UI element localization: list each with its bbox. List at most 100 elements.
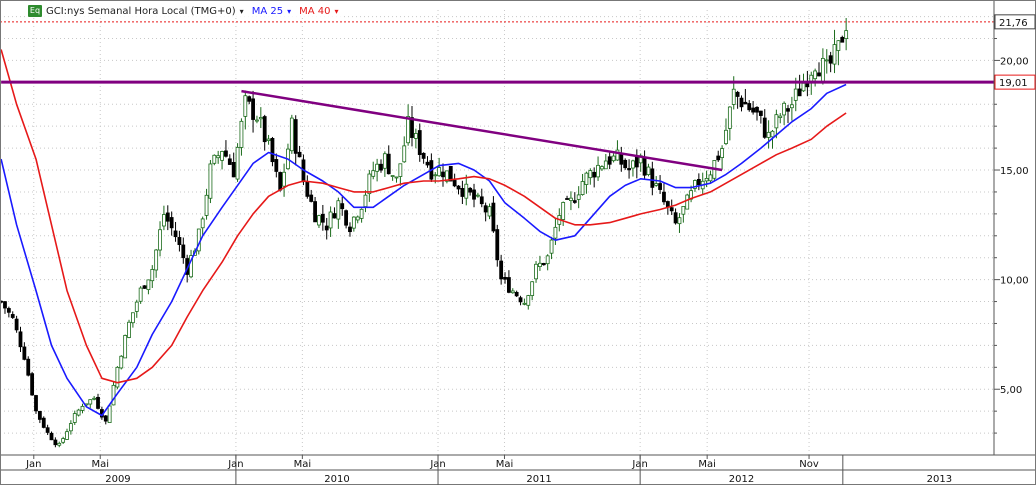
candle-body bbox=[216, 155, 221, 159]
candle-body bbox=[344, 210, 349, 226]
candle-body bbox=[297, 151, 302, 158]
candle-body bbox=[181, 244, 186, 259]
candle-body bbox=[231, 162, 236, 178]
candle-body bbox=[786, 108, 790, 112]
candle-body bbox=[487, 206, 492, 217]
candle-body bbox=[363, 194, 368, 208]
candle-body bbox=[371, 170, 376, 177]
candle-body bbox=[495, 229, 500, 261]
candle-body bbox=[255, 119, 259, 122]
candle-body bbox=[662, 191, 666, 203]
candle-body bbox=[37, 410, 42, 420]
candle-body bbox=[607, 156, 612, 165]
candle-body bbox=[96, 396, 100, 409]
candle-body bbox=[413, 133, 418, 139]
candle-body bbox=[507, 277, 511, 293]
candle-body bbox=[840, 36, 845, 43]
candle-body bbox=[200, 218, 205, 229]
ma25-legend[interactable]: MA 25 bbox=[252, 6, 283, 17]
last-price-label: 21,76 bbox=[999, 18, 1028, 29]
candle-body bbox=[685, 194, 690, 210]
candle-body bbox=[208, 163, 213, 199]
candle-body bbox=[340, 203, 345, 210]
candle-body bbox=[65, 431, 69, 440]
candle-body bbox=[328, 211, 333, 229]
candle-body bbox=[173, 230, 178, 238]
chart-title-menu-icon[interactable]: ▾ bbox=[240, 7, 244, 16]
candle-body bbox=[782, 102, 787, 116]
month-tick-label: Mai bbox=[698, 459, 716, 470]
candle-body bbox=[169, 217, 174, 229]
candle-body bbox=[565, 198, 569, 200]
year-tick-label: 2009 bbox=[105, 474, 130, 485]
candle-body bbox=[623, 159, 628, 169]
candle-body bbox=[142, 285, 147, 289]
candle-body bbox=[224, 150, 228, 157]
candle-body bbox=[437, 167, 442, 177]
month-tick-label: Jan bbox=[25, 459, 41, 470]
candle-body bbox=[134, 301, 139, 312]
candle-body bbox=[518, 297, 523, 303]
candle-body bbox=[441, 171, 445, 178]
candle-body bbox=[76, 409, 81, 416]
candle-body bbox=[115, 366, 120, 388]
price-chart[interactable]: 5,00 10,00 15,00 20,00 21,76 19,01 Jan Mai Jan Ma… bbox=[0, 0, 1036, 485]
candle-body bbox=[162, 214, 166, 227]
candle-body bbox=[580, 181, 585, 195]
candle-body bbox=[541, 262, 546, 266]
chart-background bbox=[0, 0, 1036, 485]
ma40-legend[interactable]: MA 40 bbox=[299, 6, 330, 17]
candle-body bbox=[293, 119, 298, 154]
candle-body bbox=[530, 281, 535, 296]
candle-body bbox=[817, 72, 821, 77]
candle-body bbox=[274, 159, 279, 172]
year-tick-label: 2012 bbox=[729, 474, 754, 485]
candle-body bbox=[526, 295, 531, 306]
candle-body bbox=[538, 262, 542, 267]
candle-body bbox=[359, 208, 364, 219]
candle-body bbox=[227, 158, 232, 165]
candle-body bbox=[10, 314, 15, 318]
candle-body bbox=[6, 308, 11, 313]
candle-body bbox=[26, 358, 31, 376]
candle-body bbox=[103, 415, 108, 422]
candle-body bbox=[576, 194, 581, 200]
candle-body bbox=[348, 226, 352, 233]
month-tick-label: Mai bbox=[496, 459, 514, 470]
candle-body bbox=[545, 255, 550, 265]
candle-body bbox=[789, 104, 794, 109]
candle-body bbox=[433, 174, 438, 177]
candle-body bbox=[72, 413, 77, 423]
candle-body bbox=[262, 116, 267, 143]
y-tick-label: 10,00 bbox=[1000, 276, 1029, 287]
candle-body bbox=[150, 269, 155, 282]
candle-body bbox=[30, 373, 35, 396]
candle-body bbox=[696, 179, 701, 186]
candle-body bbox=[390, 175, 395, 177]
ma25-menu-icon[interactable]: ▾ bbox=[287, 7, 291, 16]
candle-body bbox=[561, 202, 566, 220]
candle-body bbox=[382, 153, 387, 169]
candle-body bbox=[317, 215, 321, 226]
candle-body bbox=[45, 427, 50, 433]
candle-body bbox=[406, 116, 411, 144]
candle-body bbox=[421, 152, 426, 159]
candle-body bbox=[3, 301, 7, 309]
candle-body bbox=[731, 88, 736, 105]
equity-badge-icon[interactable]: Eq bbox=[28, 5, 42, 17]
ma40-menu-icon[interactable]: ▾ bbox=[334, 7, 338, 16]
candle-body bbox=[708, 174, 713, 182]
candle-body bbox=[111, 384, 116, 406]
candle-body bbox=[658, 183, 662, 190]
candle-body bbox=[743, 101, 748, 105]
candle-body bbox=[235, 146, 240, 180]
candle-body bbox=[398, 163, 403, 177]
candle-body bbox=[305, 181, 310, 197]
candle-body bbox=[464, 183, 469, 199]
candle-body bbox=[491, 202, 496, 232]
candle-body bbox=[739, 97, 744, 108]
candle-body bbox=[774, 114, 779, 129]
candle-body bbox=[425, 161, 430, 166]
candle-body bbox=[92, 397, 97, 400]
candle-body bbox=[351, 216, 356, 229]
